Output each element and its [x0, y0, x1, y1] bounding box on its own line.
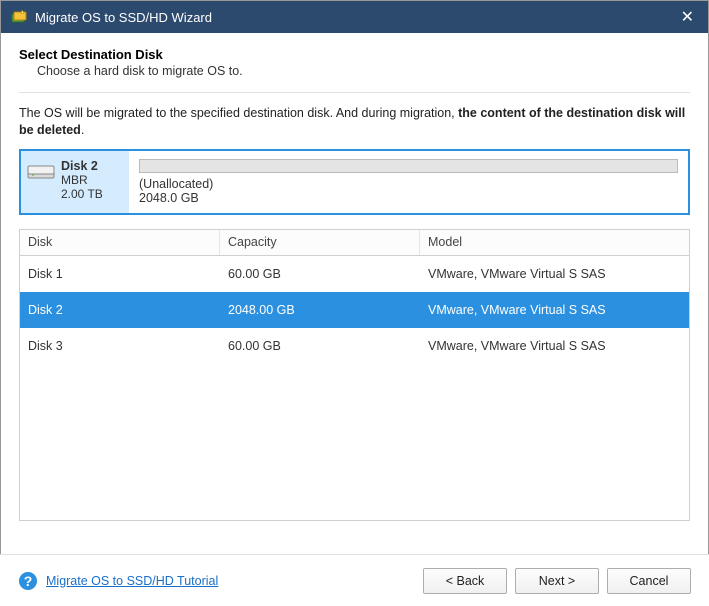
content-area: Select Destination Disk Choose a hard di…	[1, 33, 708, 521]
disk-table: Disk Capacity Model Disk 160.00 GBVMware…	[19, 229, 690, 521]
page-subheading: Choose a hard disk to migrate OS to.	[37, 64, 690, 78]
preview-disk-type: MBR	[61, 173, 103, 187]
table-header: Disk Capacity Model	[20, 230, 689, 256]
svg-text:?: ?	[24, 573, 33, 589]
page-heading: Select Destination Disk	[19, 47, 690, 62]
table-row[interactable]: Disk 360.00 GBVMware, VMware Virtual S S…	[20, 328, 689, 364]
cell-model: VMware, VMware Virtual S SAS	[420, 339, 689, 353]
cell-model: VMware, VMware Virtual S SAS	[420, 267, 689, 281]
preview-unallocated-size: 2048.0 GB	[139, 191, 678, 205]
cell-capacity: 2048.00 GB	[220, 303, 420, 317]
tutorial-link[interactable]: Migrate OS to SSD/HD Tutorial	[46, 574, 218, 588]
col-model[interactable]: Model	[420, 230, 689, 255]
help-icon[interactable]: ?	[18, 571, 38, 591]
preview-unallocated-label: (Unallocated)	[139, 177, 678, 191]
selected-disk-preview: Disk 2 MBR 2.00 TB (Unallocated) 2048.0 …	[19, 149, 690, 215]
preview-right: (Unallocated) 2048.0 GB	[129, 151, 688, 213]
col-capacity[interactable]: Capacity	[220, 230, 420, 255]
footer: ? Migrate OS to SSD/HD Tutorial < Back N…	[0, 554, 709, 606]
warning-suffix: .	[81, 123, 84, 137]
col-disk[interactable]: Disk	[20, 230, 220, 255]
cell-disk: Disk 3	[20, 339, 220, 353]
divider	[19, 92, 690, 93]
close-icon[interactable]: ✕	[677, 7, 698, 27]
preview-left: Disk 2 MBR 2.00 TB	[21, 151, 129, 213]
cell-disk: Disk 2	[20, 303, 220, 317]
titlebar: Migrate OS to SSD/HD Wizard ✕	[1, 1, 708, 33]
window-title: Migrate OS to SSD/HD Wizard	[35, 10, 677, 25]
cell-capacity: 60.00 GB	[220, 339, 420, 353]
cell-model: VMware, VMware Virtual S SAS	[420, 303, 689, 317]
next-button[interactable]: Next >	[515, 568, 599, 594]
cell-capacity: 60.00 GB	[220, 267, 420, 281]
table-body: Disk 160.00 GBVMware, VMware Virtual S S…	[20, 256, 689, 364]
preview-allocation-bar	[139, 159, 678, 173]
cancel-button[interactable]: Cancel	[607, 568, 691, 594]
warning-prefix: The OS will be migrated to the specified…	[19, 106, 458, 120]
cell-disk: Disk 1	[20, 267, 220, 281]
preview-disk-size: 2.00 TB	[61, 187, 103, 201]
back-button[interactable]: < Back	[423, 568, 507, 594]
preview-disk-name: Disk 2	[61, 159, 103, 173]
table-row[interactable]: Disk 160.00 GBVMware, VMware Virtual S S…	[20, 256, 689, 292]
table-row[interactable]: Disk 22048.00 GBVMware, VMware Virtual S…	[20, 292, 689, 328]
wizard-app-icon	[11, 9, 27, 25]
warning-text: The OS will be migrated to the specified…	[19, 105, 690, 139]
disk-icon	[27, 163, 55, 181]
